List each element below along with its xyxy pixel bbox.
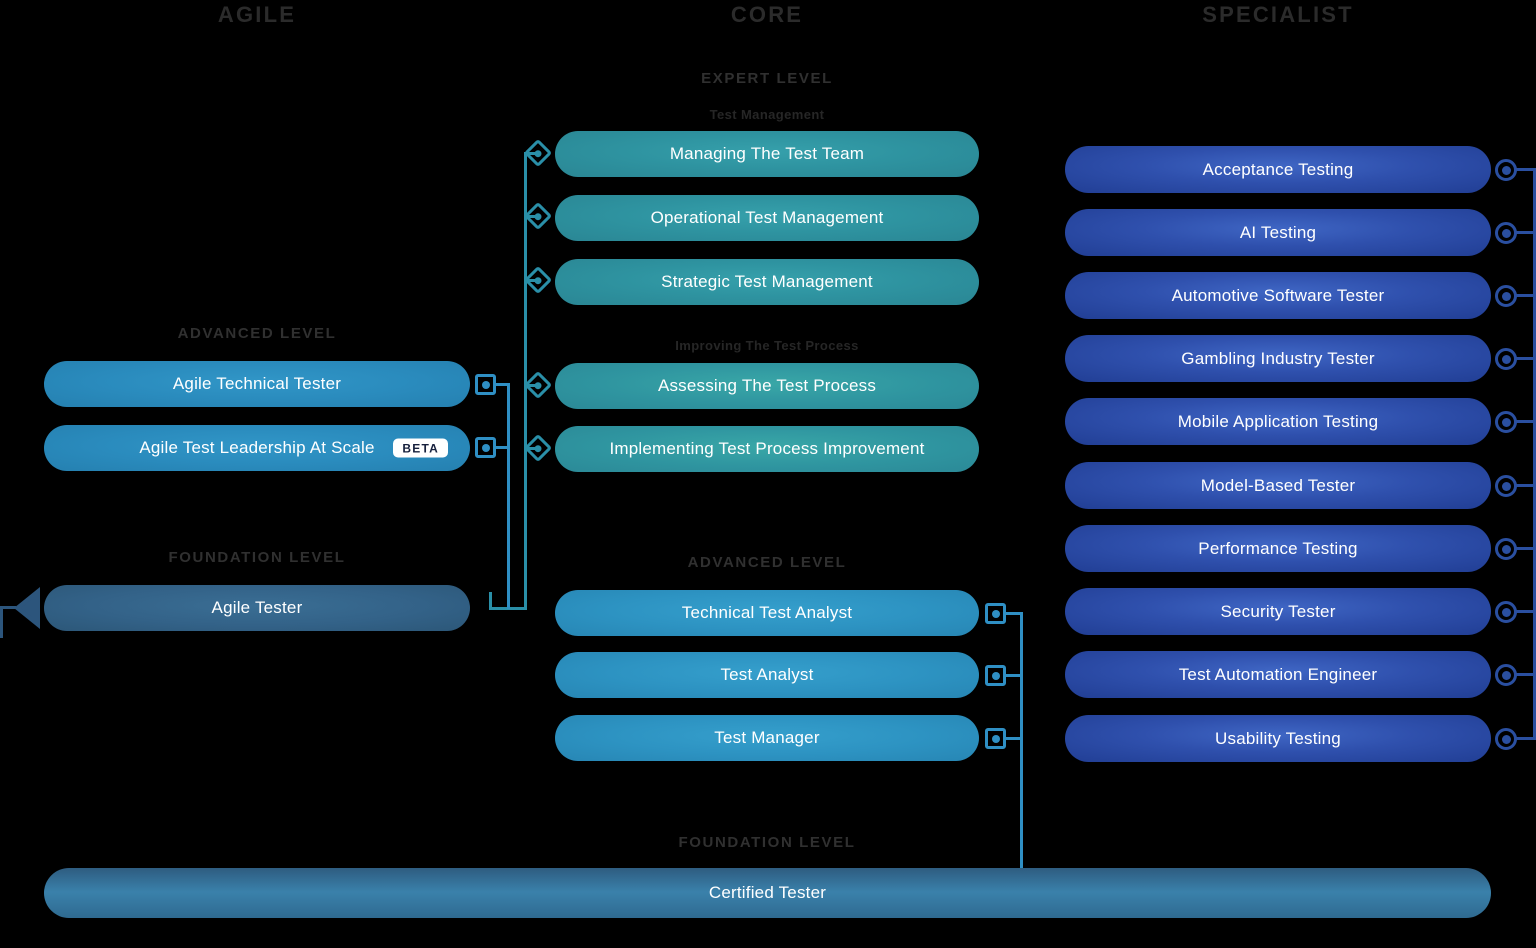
column-heading-core: CORE [730,2,804,27]
agile-foundation-level-label: FOUNDATION LEVEL [168,549,346,566]
core-foundation-pill-certified-tester[interactable]: Certified Tester [44,868,1491,918]
agile-spine-dashed [507,383,510,609]
core-test-management-label: Test Management [709,107,825,122]
pill-label: Usability Testing [1215,728,1341,748]
agile-advanced-level-label: ADVANCED LEVEL [177,325,337,342]
core-advanced-pill-technical-test-analyst[interactable]: Technical Test Analyst [555,590,979,636]
specialist-node-icon-4 [1495,348,1517,370]
pill-label: Managing The Test Team [669,144,865,163]
specialist-node-icon-5 [1495,411,1517,433]
pill-label: Agile Technical Tester [172,374,342,393]
core-advanced-pill-test-analyst[interactable]: Test Analyst [555,652,979,698]
agile-pill-agile-technical-tester[interactable]: Agile Technical Tester [44,361,470,407]
pill-label: Operational Test Management [650,208,884,227]
core-advanced-pill-test-manager[interactable]: Test Manager [555,715,979,761]
pill-label: Agile Tester [211,598,303,617]
expert-node-icon-1 [523,138,553,168]
pill-label: Gambling Industry Tester [1181,348,1375,368]
pill-label: AI Testing [1239,222,1317,242]
pill-label: Agile Test Leadership At Scale [139,438,375,457]
core-foundation-level-label: FOUNDATION LEVEL [678,834,856,851]
pill-label: Model-Based Tester [1200,475,1356,495]
pill-label: Implementing Test Process Improvement [609,439,925,458]
column-heading-agile: AGILE [217,2,297,27]
agile-node-icon-2 [475,437,496,458]
specialist-node-icon-10 [1495,728,1517,750]
specialist-pill-usability-testing[interactable]: Usability Testing [1065,715,1491,762]
specialist-pill-performance-testing[interactable]: Performance Testing [1065,525,1491,572]
agile-pill-agile-tester[interactable]: Agile Tester [44,585,470,631]
pill-label: Automotive Software Tester [1171,285,1385,305]
expert-node-icon-3 [523,265,553,295]
agile-foundation-arrow-inner-icon [21,599,32,617]
specialist-pill-model-based-tester[interactable]: Model-Based Tester [1065,462,1491,509]
expert-node-icon-5 [523,433,553,463]
specialist-node-icon-7 [1495,538,1517,560]
specialist-node-icon-2 [1495,222,1517,244]
agile-node-icon-1 [475,374,496,395]
core-advanced-level-label: ADVANCED LEVEL [687,554,847,571]
core-advanced-node-icon-1 [985,603,1006,624]
specialist-pill-security-tester[interactable]: Security Tester [1065,588,1491,635]
pill-label: Technical Test Analyst [681,603,853,622]
agile-pill-agile-test-leadership-at-scale[interactable]: Agile Test Leadership At Scale BETA [44,425,470,471]
pill-label: Performance Testing [1198,538,1358,558]
pill-label: Test Manager [714,728,820,747]
pill-label: Certified Tester [708,883,827,902]
specialist-node-icon-3 [1495,285,1517,307]
expert-node-icon-2 [523,201,553,231]
pill-label: Test Analyst [720,665,814,684]
expert-spine-foot-riser [489,592,492,610]
specialist-pill-acceptance-testing[interactable]: Acceptance Testing [1065,146,1491,193]
specialist-pill-automotive-software-tester[interactable]: Automotive Software Tester [1065,272,1491,319]
expert-node-icon-4 [523,370,553,400]
pill-label: Strategic Test Management [661,272,873,291]
specialist-pill-test-automation-engineer[interactable]: Test Automation Engineer [1065,651,1491,698]
beta-badge: BETA [393,438,448,458]
core-advanced-spine-dashed [1020,612,1023,870]
core-expert-pill-assessing-the-test-process[interactable]: Assessing The Test Process [555,363,979,409]
pill-label: Mobile Application Testing [1177,411,1379,431]
core-improving-process-label: Improving The Test Process [675,338,859,353]
specialist-pill-ai-testing[interactable]: AI Testing [1065,209,1491,256]
core-expert-pill-operational-test-management[interactable]: Operational Test Management [555,195,979,241]
core-expert-level-label: EXPERT LEVEL [701,70,833,87]
column-heading-specialist: SPECIALIST [1202,2,1354,27]
core-expert-pill-implementing-test-process-improvement[interactable]: Implementing Test Process Improvement [555,426,979,472]
specialist-pill-gambling-industry-tester[interactable]: Gambling Industry Tester [1065,335,1491,382]
specialist-node-icon-8 [1495,601,1517,623]
core-expert-pill-managing-the-test-team[interactable]: Managing The Test Team [555,131,979,177]
pill-label: Assessing The Test Process [657,376,877,395]
specialist-pill-mobile-application-testing[interactable]: Mobile Application Testing [1065,398,1491,445]
core-advanced-node-icon-3 [985,728,1006,749]
core-expert-pill-strategic-test-management[interactable]: Strategic Test Management [555,259,979,305]
specialist-node-icon-9 [1495,664,1517,686]
core-advanced-node-icon-2 [985,665,1006,686]
specialist-node-icon-6 [1495,475,1517,497]
specialist-node-icon-1 [1495,159,1517,181]
pill-label: Security Tester [1220,601,1336,621]
certification-scheme-diagram: AGILE CORE SPECIALIST EXPERT LEVEL Test … [0,0,1536,948]
pill-label: Test Automation Engineer [1178,664,1378,684]
pill-label: Acceptance Testing [1202,159,1354,179]
agile-foundation-arrow-riser [0,606,3,638]
